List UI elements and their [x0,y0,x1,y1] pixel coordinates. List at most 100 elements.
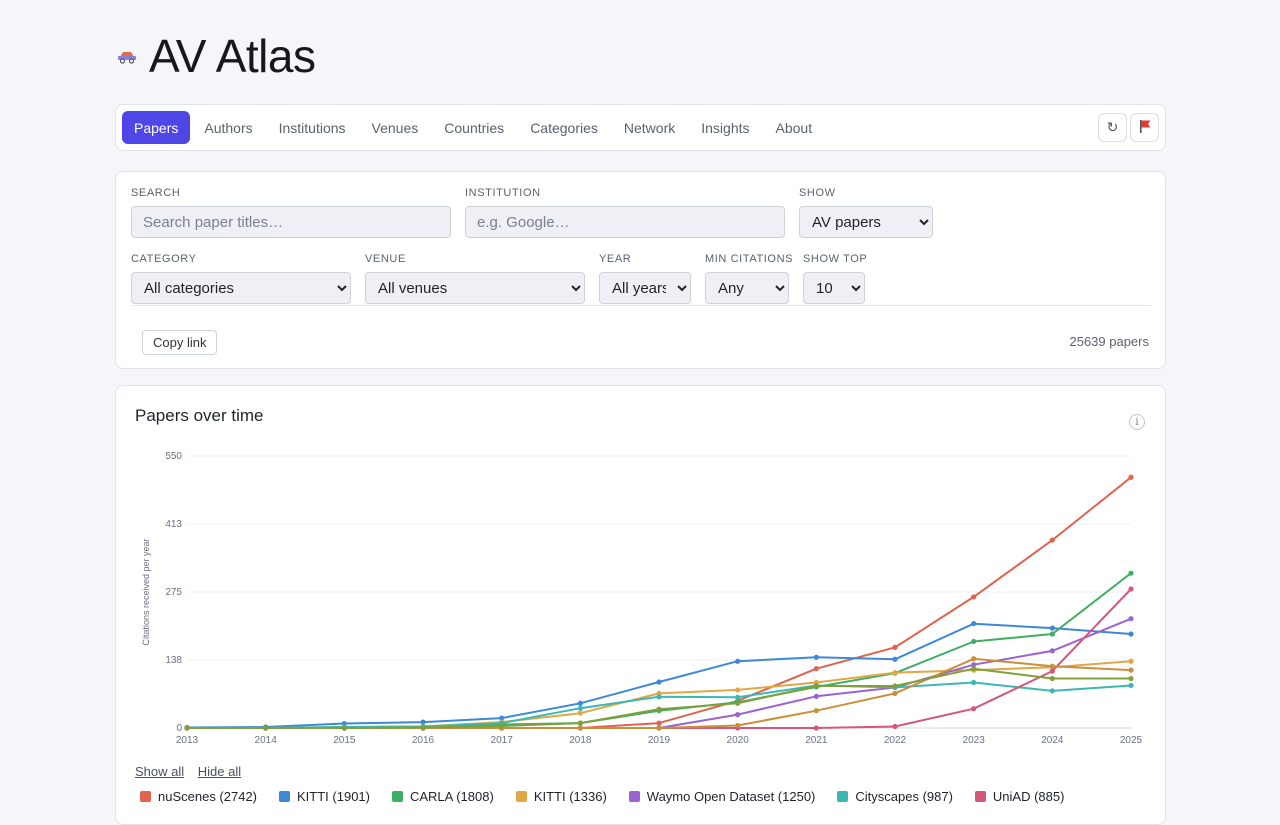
legend-swatch [391,791,403,802]
institution-input[interactable] [465,206,785,238]
data-point [1049,675,1055,682]
show-top-label: SHOW TOP [803,253,868,265]
y-tick-label: 275 [165,587,182,598]
show-select[interactable]: AV papers [799,206,933,238]
category-label: CATEGORY [131,253,197,265]
tab-insights[interactable]: Insights [689,111,761,144]
min-citations-select[interactable]: Any [705,272,789,304]
data-point [577,710,583,716]
legend-item[interactable]: UniAD (885) [974,789,1064,804]
data-point [892,644,898,650]
legend-label: nuScenes (2742) [158,789,258,804]
data-point [735,658,741,664]
x-tick-label: 2016 [412,735,435,746]
data-point [577,720,583,726]
category-select[interactable]: All categories [131,272,351,304]
tab-categories[interactable]: Categories [518,111,610,144]
data-point [656,720,662,726]
legend-swatch [515,791,527,802]
car-icon [115,44,139,68]
data-point [1128,616,1134,622]
show-top-select[interactable]: 10 [803,272,865,304]
data-point [1049,663,1055,669]
data-point [1049,631,1055,637]
data-point [1128,658,1134,664]
y-tick-label: 138 [165,655,182,666]
hide-all-link[interactable]: Hide all [198,764,241,779]
data-point [1049,625,1055,631]
tab-network[interactable]: Network [612,111,687,144]
tab-about[interactable]: About [764,111,825,144]
data-point [892,723,898,730]
filters-grid: SEARCH INSTITUTION SHOW AV papers CATEGO… [131,172,1151,306]
app-title: AV Atlas [149,30,316,82]
data-point [813,708,819,714]
data-point [656,694,662,700]
x-tick-label: 2017 [491,735,514,746]
venue-select[interactable]: All venues [365,272,585,304]
x-tick-label: 2013 [176,735,199,746]
data-point [1128,667,1134,673]
year-label: YEAR [599,253,632,265]
venue-field: VENUE All venues [365,253,585,304]
x-tick-label: 2023 [963,735,986,746]
copy-link-button[interactable]: Copy link [142,330,218,355]
data-point [735,700,741,706]
legend-item[interactable]: KITTI (1901) [279,789,370,804]
data-point [420,719,426,725]
legend-item[interactable]: Cityscapes (987) [837,789,953,804]
y-axis-label: Citations received per year [141,538,151,645]
legend-label: KITTI (1336) [533,789,607,804]
tab-authors[interactable]: Authors [192,111,264,144]
data-point [892,683,898,689]
data-point [892,656,898,662]
legend-item[interactable]: Waymo Open Dataset (1250) [628,789,815,804]
x-tick-label: 2018 [569,735,592,746]
data-point [971,638,977,645]
search-label: SEARCH [131,187,181,199]
x-tick-label: 2020 [727,735,750,746]
data-point [499,723,505,729]
data-point [971,621,977,627]
flag-button[interactable] [1130,113,1159,142]
year-field: YEAR All years [599,253,691,304]
search-field: SEARCH [131,187,451,238]
tab-papers[interactable]: Papers [122,111,191,144]
brand: AV Atlas [115,28,316,84]
data-point [813,666,819,672]
data-point [263,725,269,731]
y-tick-label: 413 [165,519,182,530]
tab-venues[interactable]: Venues [360,111,431,144]
legend-item[interactable]: nuScenes (2742) [140,789,257,804]
x-tick-label: 2022 [884,735,907,746]
legend-label: Cityscapes (987) [855,789,953,804]
data-point [735,687,741,693]
series-line [187,476,1132,729]
min-citations-label: MIN CITATIONS [705,253,794,265]
data-point [1128,570,1134,576]
data-point [1128,474,1134,480]
tab-institutions[interactable]: Institutions [267,111,358,144]
refresh-icon: ↻ [1106,119,1119,135]
show-all-link[interactable]: Show all [135,764,184,779]
legend-controls: Show all Hide all [135,764,251,779]
refresh-button[interactable]: ↻ [1098,113,1127,142]
search-input[interactable] [131,206,451,238]
filters-panel: SEARCH INSTITUTION SHOW AV papers CATEGO… [115,171,1166,369]
data-point [971,706,977,712]
show-top-field: SHOW TOP 10 [803,253,868,304]
year-select[interactable]: All years [599,272,691,304]
x-tick-label: 2014 [255,735,278,746]
x-tick-label: 2019 [648,735,671,746]
series-line [187,572,1132,729]
data-point [1049,537,1055,543]
legend-item[interactable]: KITTI (1336) [515,789,607,804]
data-point [735,722,741,729]
tab-countries[interactable]: Countries [432,111,516,144]
data-point [813,725,819,731]
x-tick-label: 2015 [333,735,356,746]
data-point [1049,688,1055,694]
data-point [971,679,977,686]
data-point [1128,631,1134,637]
legend-item[interactable]: CARLA (1808) [391,789,494,804]
